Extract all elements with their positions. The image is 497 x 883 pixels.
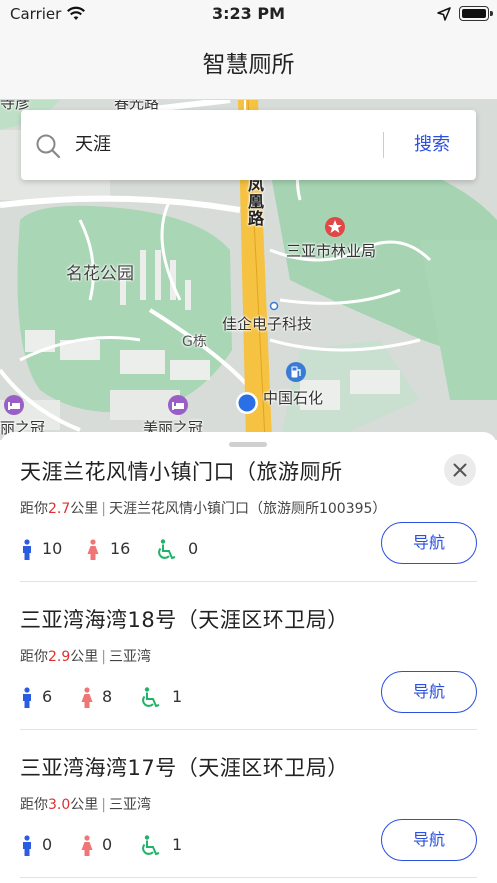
- toilet-name: 三亚湾海湾17号（天涯区环卫局）: [20, 756, 349, 780]
- toilet-distance-line: 距你3.0公里 | 三亚湾: [20, 794, 151, 814]
- map-label-building: G栋: [182, 334, 207, 350]
- map-label-bureau: 三亚市林业局: [286, 242, 377, 260]
- toilet-distance-line: 距你2.7公里 | 天涯兰花风情小镇门口（旅游厕所100395）: [20, 498, 386, 518]
- current-location-icon: [236, 392, 258, 414]
- male-icon: [23, 687, 31, 708]
- male-icon: [23, 835, 31, 856]
- navigate-button[interactable]: 导航: [381, 671, 477, 713]
- distance-unit: 公里: [70, 797, 99, 813]
- navigation-bar: 智慧厕所: [0, 30, 497, 100]
- female-icon: [81, 687, 93, 708]
- map-label-gas: 中国石化: [263, 389, 324, 407]
- toilet-name: 天涯兰花风情小镇门口（旅游厕所: [20, 460, 343, 484]
- search-button[interactable]: 搜索: [397, 110, 467, 180]
- distance-prefix: 距你: [20, 501, 48, 517]
- map-label-road: 凤凰路: [245, 176, 264, 227]
- distance-unit: 公里: [70, 649, 99, 665]
- distance-unit: 公里: [70, 501, 99, 517]
- status-bar: Carrier 3:23 PM: [0, 0, 497, 30]
- navigate-button[interactable]: 导航: [381, 819, 477, 861]
- male-icon: [23, 539, 31, 560]
- female-icon: [87, 539, 99, 560]
- search-divider: [383, 132, 384, 158]
- search-bar: 天涯 搜索: [21, 110, 476, 180]
- list-item[interactable]: 三亚湾海湾17号（天涯区环卫局） 距你3.0公里 | 三亚湾 0 0 1 导航: [20, 752, 477, 872]
- battery-icon: [459, 6, 493, 21]
- gas-station-icon: [286, 362, 306, 382]
- poi-dot-icon: [269, 301, 279, 311]
- wheelchair-icon: [158, 539, 176, 560]
- poi-bureau-icon: [325, 217, 345, 237]
- hotel-icon: [168, 395, 188, 415]
- distance-value: 2.9: [48, 649, 71, 665]
- distance-prefix: 距你: [20, 649, 48, 665]
- page-title: 智慧厕所: [202, 52, 295, 78]
- app-root: Carrier 3:23 PM 智慧厕所 寺彦 春光路 凤凰路 名花公园 三亚市…: [0, 0, 497, 883]
- toilet-distance-line: 距你2.9公里 | 三亚湾: [20, 646, 151, 666]
- results-sheet: 天涯兰花风情小镇门口（旅游厕所 距你2.7公里 | 天涯兰花风情小镇门口（旅游厕所1…: [0, 432, 497, 883]
- female-icon: [81, 835, 93, 856]
- separator: |: [101, 649, 106, 665]
- list-item[interactable]: 天涯兰花风情小镇门口（旅游厕所 距你2.7公里 | 天涯兰花风情小镇门口（旅游厕所1…: [20, 456, 477, 576]
- separator: |: [101, 501, 106, 517]
- location-arrow-icon: [437, 7, 451, 21]
- toilet-address: 天涯兰花风情小镇门口（旅游厕所100395）: [108, 501, 387, 517]
- list-item[interactable]: 三亚湾海湾18号（天涯区环卫局） 距你2.9公里 | 三亚湾 6 8 1 导航: [20, 604, 477, 724]
- divider: [20, 729, 477, 730]
- hotel-icon: [4, 395, 24, 415]
- toilet-name: 三亚湾海湾18号（天涯区环卫局）: [20, 608, 349, 632]
- wheelchair-icon: [142, 835, 160, 856]
- wheelchair-icon: [142, 687, 160, 708]
- search-icon: [36, 134, 61, 159]
- separator: |: [101, 797, 106, 813]
- map-label-tech: 佳企电子科技: [222, 315, 313, 333]
- toilet-address: 三亚湾: [108, 797, 151, 813]
- distance-value: 3.0: [48, 797, 71, 813]
- map-label-park: 名花公园: [66, 264, 134, 284]
- distance-value: 2.7: [48, 501, 71, 517]
- search-input[interactable]: 天涯: [75, 110, 111, 180]
- divider: [20, 877, 477, 878]
- divider: [20, 581, 477, 582]
- toilet-address: 三亚湾: [108, 649, 151, 665]
- distance-prefix: 距你: [20, 797, 48, 813]
- navigate-button[interactable]: 导航: [381, 522, 477, 564]
- sheet-drag-handle[interactable]: [229, 442, 267, 447]
- clock: 3:23 PM: [211, 4, 285, 23]
